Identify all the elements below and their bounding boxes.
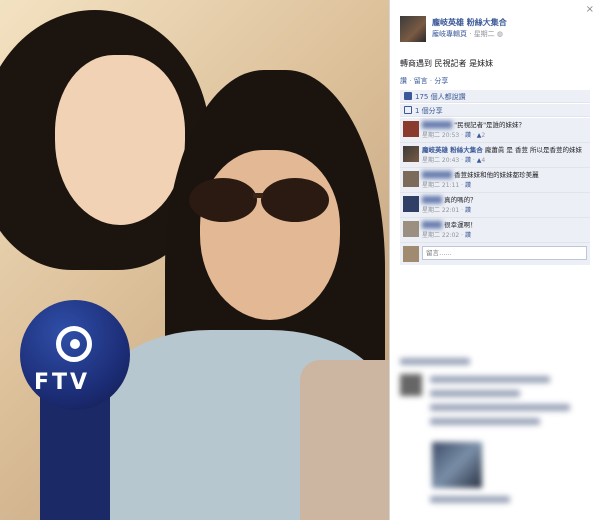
comment-meta: 星期二 22:01 · 讚 bbox=[422, 207, 471, 214]
comment-meta: 星期二 20:53 · 讚 · ▲2 bbox=[422, 132, 486, 139]
comment-text: "民視記者"是誰的妹妹？ bbox=[454, 121, 526, 129]
blurred-text bbox=[430, 404, 570, 411]
post-header: 龐岐英雄 粉絲大集合 龐岐專輯頁 · 星期二 ◍ bbox=[400, 14, 590, 44]
comment-input[interactable] bbox=[422, 246, 587, 260]
sunglasses bbox=[189, 178, 329, 222]
commenter-name[interactable]: ██████ bbox=[422, 171, 452, 179]
comment-like-button[interactable]: 讚 bbox=[465, 157, 471, 164]
blurred-text bbox=[400, 358, 470, 365]
left-person-face bbox=[55, 55, 185, 225]
blurred-text bbox=[430, 418, 540, 425]
share-button[interactable]: 分享 bbox=[434, 77, 448, 85]
blurred-thumbnail bbox=[432, 442, 482, 488]
comment-text: 很幸運啊！ bbox=[444, 221, 477, 229]
photo: FTV bbox=[0, 0, 389, 520]
post-panel: × 龐岐英雄 粉絲大集合 龐岐專輯頁 · 星期二 ◍ 轉商遇到 民視記者 是妹妹… bbox=[389, 0, 600, 520]
commenter-name[interactable]: 龐岐英雄 粉絲大集合 bbox=[422, 146, 483, 154]
comment-time[interactable]: 星期二 20:53 bbox=[422, 132, 459, 139]
likes-summary[interactable]: 175 個人都說讚 bbox=[400, 90, 590, 103]
blurred-sidebar-content bbox=[390, 350, 600, 520]
comment-item: ██████ 香荳妹妹和他的妹妹都珍美麗 星期二 21:11 · 讚 bbox=[400, 168, 590, 193]
comment-text: 真的嗎的？ bbox=[444, 196, 477, 204]
commenter-avatar[interactable] bbox=[403, 221, 419, 237]
commenter-avatar[interactable] bbox=[403, 121, 419, 137]
shares-summary[interactable]: 1 個分享 bbox=[400, 104, 590, 117]
comment-like-count[interactable]: 2 bbox=[481, 132, 485, 139]
ftv-logo-icon bbox=[56, 326, 92, 362]
blurred-text bbox=[430, 376, 550, 383]
comment-meta: 星期二 20:43 · 讚 · ▲4 bbox=[422, 157, 486, 164]
thumbs-up-icon bbox=[404, 92, 412, 100]
author-avatar[interactable] bbox=[400, 16, 426, 42]
post-actions: 讚 · 留言 · 分享 bbox=[400, 77, 449, 85]
post-meta: 龐岐專輯頁 · 星期二 ◍ bbox=[432, 30, 504, 38]
blurred-avatar bbox=[400, 374, 422, 396]
right-person-scarf bbox=[300, 360, 389, 520]
mic-label: FTV bbox=[34, 370, 91, 395]
comment-text: 龐蕭眞 是 香荳 所以是香荳的妹妹 bbox=[484, 146, 583, 154]
comment-item: ████ 很幸運啊！ 星期二 22:02 · 讚 bbox=[400, 218, 590, 243]
comment-button[interactable]: 留言 bbox=[414, 77, 428, 85]
commenter-avatar[interactable] bbox=[403, 146, 419, 162]
commenter-name[interactable]: ████ bbox=[422, 221, 442, 229]
commenter-name[interactable]: ████ bbox=[422, 196, 442, 204]
comment-time[interactable]: 星期二 21:11 bbox=[422, 182, 459, 189]
commenter-name[interactable]: ██████ bbox=[422, 121, 452, 129]
comment-item: ██████ "民視記者"是誰的妹妹？ 星期二 20:53 · 讚 · ▲2 bbox=[400, 118, 590, 143]
comment-time[interactable]: 星期二 22:02 bbox=[422, 232, 459, 239]
comment-like-count[interactable]: 4 bbox=[481, 157, 485, 164]
comment-list: ██████ "民視記者"是誰的妹妹？ 星期二 20:53 · 讚 · ▲2 龐… bbox=[400, 118, 590, 265]
likes-count[interactable]: 175 個人都說讚 bbox=[415, 93, 466, 101]
comment-like-button[interactable]: 讚 bbox=[465, 232, 471, 239]
blurred-text bbox=[430, 390, 520, 397]
comment-item: 龐岐英雄 粉絲大集合 龐蕭眞 是 香荳 所以是香荳的妹妹 星期二 20:43 ·… bbox=[400, 143, 590, 168]
commenter-avatar[interactable] bbox=[403, 196, 419, 212]
comment-compose bbox=[400, 243, 590, 265]
author-name[interactable]: 龐岐英雄 粉絲大集合 bbox=[432, 17, 507, 28]
album-link[interactable]: 龐岐專輯頁 bbox=[432, 30, 467, 38]
comment-like-button[interactable]: 讚 bbox=[465, 132, 471, 139]
post-caption: 轉商遇到 民視記者 是妹妹 bbox=[400, 59, 494, 68]
comment-time[interactable]: 星期二 22:01 bbox=[422, 207, 459, 214]
comment-meta: 星期二 22:02 · 讚 bbox=[422, 232, 471, 239]
current-user-avatar bbox=[403, 246, 419, 262]
commenter-avatar[interactable] bbox=[403, 171, 419, 187]
post-time[interactable]: 星期二 bbox=[474, 30, 495, 38]
share-icon bbox=[404, 106, 412, 114]
comment-time[interactable]: 星期二 20:43 bbox=[422, 157, 459, 164]
comment-text: 香荳妹妹和他的妹妹都珍美麗 bbox=[454, 171, 539, 179]
blurred-text bbox=[430, 496, 510, 503]
comment-meta: 星期二 21:11 · 讚 bbox=[422, 182, 471, 189]
comment-like-button[interactable]: 讚 bbox=[465, 207, 471, 214]
comment-item: ████ 真的嗎的？ 星期二 22:01 · 讚 bbox=[400, 193, 590, 218]
comment-like-button[interactable]: 讚 bbox=[465, 182, 471, 189]
like-button[interactable]: 讚 bbox=[400, 77, 407, 85]
shares-count[interactable]: 1 個分享 bbox=[415, 107, 443, 115]
globe-icon: ◍ bbox=[496, 30, 504, 38]
